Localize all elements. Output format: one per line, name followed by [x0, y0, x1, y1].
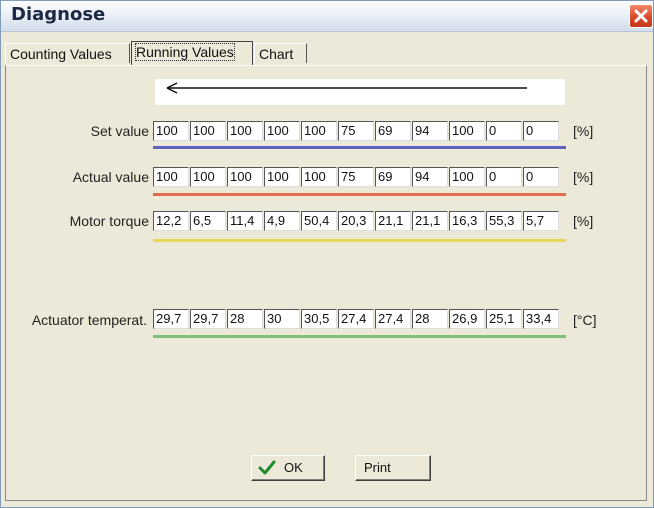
value-field: 75: [338, 167, 374, 187]
value-field: 100: [264, 167, 300, 187]
motor-torque-label: Motor torque: [69, 213, 149, 229]
value-field: 26,9: [449, 309, 485, 329]
actuator-temperature-unit: [°C]: [573, 312, 597, 328]
print-button-label: Print: [364, 460, 391, 475]
diagnose-window: Diagnose Counting Values Running Values …: [0, 0, 654, 508]
value-field: 4,9: [264, 211, 300, 231]
value-field: 0: [486, 167, 522, 187]
ok-button[interactable]: OK: [251, 455, 325, 481]
value-field: 25,1: [486, 309, 522, 329]
actual-value-fields: 100 100 100 100 100 75 69 94 100 0 0: [153, 167, 560, 187]
value-field: 100: [153, 121, 189, 141]
value-field: 100: [190, 167, 226, 187]
motor-torque-color-line: [153, 239, 566, 242]
actuator-temperature-color-line: [153, 335, 566, 338]
value-field: 100: [449, 167, 485, 187]
value-field: 30,5: [301, 309, 337, 329]
value-field: 50,4: [301, 211, 337, 231]
close-icon: [634, 9, 648, 23]
value-field: 0: [523, 121, 559, 141]
value-field: 55,3: [486, 211, 522, 231]
actuator-temperature-label: Actuator temperat.: [31, 312, 147, 328]
window-title: Diagnose: [11, 4, 106, 25]
title-bar: Diagnose: [1, 1, 653, 32]
value-field: 6,5: [190, 211, 226, 231]
value-field: 100: [153, 167, 189, 187]
value-field: 69: [375, 121, 411, 141]
tab-chart[interactable]: Chart: [254, 43, 307, 63]
value-field: 100: [227, 167, 263, 187]
tab-running-values[interactable]: Running Values: [131, 41, 253, 65]
value-field: 30: [264, 309, 300, 329]
value-field: 94: [412, 167, 448, 187]
ok-button-label: OK: [284, 460, 303, 475]
value-field: 100: [227, 121, 263, 141]
value-field: 75: [338, 121, 374, 141]
set-value-label: Set value: [90, 123, 149, 139]
value-field: 21,1: [412, 211, 448, 231]
set-value-color-line: [153, 146, 566, 149]
value-field: 11,4: [227, 211, 263, 231]
actual-value-color-line: [153, 193, 566, 196]
value-field: 29,7: [153, 309, 189, 329]
scroll-direction-indicator: [155, 79, 565, 105]
actual-value-label: Actual value: [72, 169, 149, 185]
value-field: 33,4: [523, 309, 559, 329]
value-field: 28: [227, 309, 263, 329]
value-field: 100: [449, 121, 485, 141]
value-field: 16,3: [449, 211, 485, 231]
value-field: 27,4: [375, 309, 411, 329]
value-field: 0: [523, 167, 559, 187]
actual-value-unit: [%]: [573, 169, 594, 185]
value-field: 100: [301, 167, 337, 187]
motor-torque-fields: 12,2 6,5 11,4 4,9 50,4 20,3 21,1 21,1 16,3 55,3 5,…: [153, 211, 560, 231]
value-field: 100: [190, 121, 226, 141]
motor-torque-unit: [%]: [573, 213, 594, 229]
close-button[interactable]: [629, 4, 653, 28]
value-field: 5,7: [523, 211, 559, 231]
value-field: 27,4: [338, 309, 374, 329]
value-field: 21,1: [375, 211, 411, 231]
value-field: 12,2: [153, 211, 189, 231]
value-field: 28: [412, 309, 448, 329]
actuator-temperature-fields: 29,7 29,7 28 30 30,5 27,4 27,4 28 26,9 25,1 33,4: [153, 309, 560, 329]
checkmark-icon: [258, 460, 276, 475]
tab-counting-values[interactable]: Counting Values: [5, 43, 130, 63]
print-button[interactable]: Print: [355, 455, 431, 481]
value-field: 69: [375, 167, 411, 187]
set-value-unit: [%]: [573, 123, 594, 139]
arrow-left-icon: [166, 82, 527, 94]
value-field: 100: [264, 121, 300, 141]
value-field: 0: [486, 121, 522, 141]
set-value-fields: 100 100 100 100 100 75 69 94 100 0 0: [153, 121, 560, 141]
value-field: 20,3: [338, 211, 374, 231]
value-field: 94: [412, 121, 448, 141]
value-field: 29,7: [190, 309, 226, 329]
value-field: 100: [301, 121, 337, 141]
